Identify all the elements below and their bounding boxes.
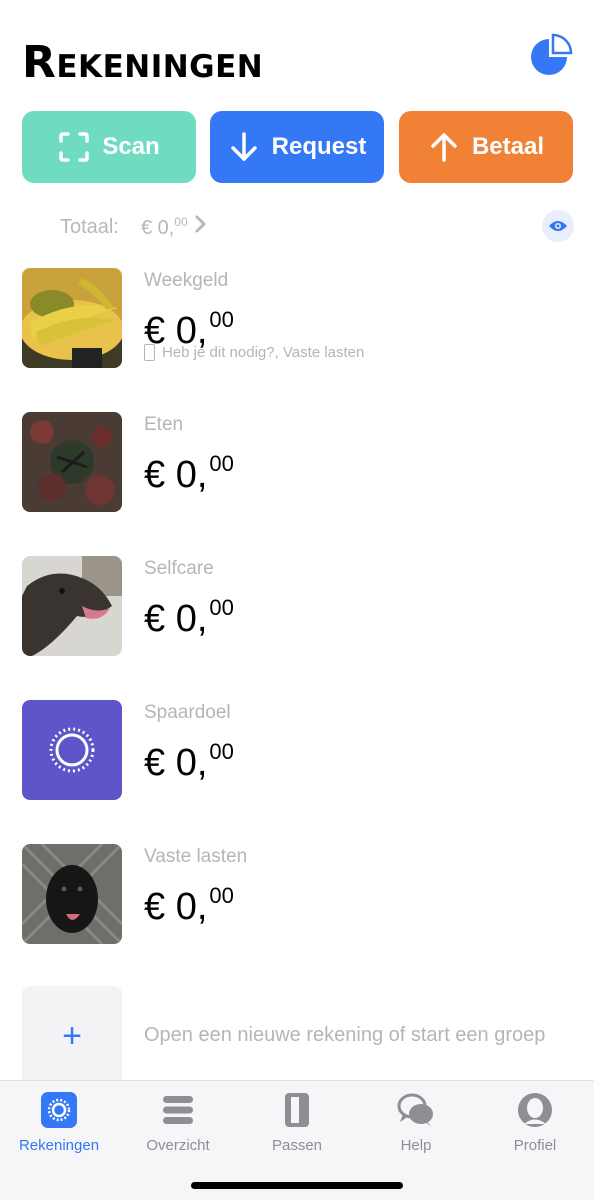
dog-photo [22, 556, 122, 656]
person-icon [516, 1091, 554, 1129]
account-name: Vaste lasten [144, 846, 248, 867]
eye-icon[interactable] [542, 210, 574, 242]
open-new-account-row[interactable]: + Open een nieuwe rekening of start een … [0, 986, 594, 1086]
account-balance: € 0,00 [144, 739, 234, 784]
account-name: Eten [144, 414, 184, 435]
accounts-icon [40, 1091, 78, 1129]
account-balance: € 0,00 [144, 451, 234, 496]
card-icon [278, 1091, 316, 1129]
card-icon [144, 344, 155, 361]
chevron-right-icon [194, 214, 208, 240]
pay-button[interactable]: Betaal [399, 111, 573, 183]
list-icon [159, 1091, 197, 1129]
scan-button[interactable]: Scan [22, 111, 196, 183]
black-dog-photo [22, 844, 122, 944]
account-subtitle: Heb je dit nodig?, Vaste lasten [144, 344, 364, 361]
chat-bubbles-icon [397, 1091, 435, 1129]
account-row[interactable]: Eten € 0,00 [0, 412, 594, 514]
account-balance: € 0,00 [144, 595, 234, 640]
food-photo [22, 412, 122, 512]
total-amount: € 0,00 [140, 214, 188, 239]
account-row[interactable]: Spaardoel € 0,00 [0, 700, 594, 802]
account-row[interactable]: Weekgeld € 0,00 Heb je dit nodig?, Vaste… [0, 268, 594, 370]
tab-rekeningen[interactable]: Rekeningen [0, 1091, 118, 1161]
tab-passen[interactable]: Passen [238, 1091, 356, 1161]
home-indicator [191, 1182, 403, 1189]
tab-profiel[interactable]: Profiel [476, 1091, 594, 1161]
pay-label: Betaal [471, 133, 545, 160]
scan-label: Scan [102, 133, 160, 160]
open-new-account-label: Open een nieuwe rekening of start een gr… [144, 1024, 546, 1046]
account-balance: € 0,00 [144, 883, 234, 928]
tab-overzicht[interactable]: Overzicht [119, 1091, 237, 1161]
account-name: Spaardoel [144, 702, 231, 723]
tab-help[interactable]: Help [357, 1091, 475, 1161]
account-row[interactable]: Vaste lasten € 0,00 [0, 844, 594, 946]
bananas-photo [22, 268, 122, 368]
page-title: Rekeningen [22, 37, 264, 88]
arrow-up-icon [428, 131, 460, 163]
total-label: Totaal: [60, 215, 119, 238]
request-button[interactable]: Request [210, 111, 384, 183]
total-summary[interactable]: Totaal: € 0,00 [60, 212, 208, 242]
account-name: Weekgeld [144, 270, 229, 291]
action-buttons: Scan Request Betaal [22, 111, 574, 183]
arrow-down-icon [228, 131, 260, 163]
request-label: Request [271, 133, 367, 160]
pie-chart-icon[interactable] [528, 32, 574, 78]
plus-icon[interactable]: + [22, 986, 122, 1086]
savings-goal-icon [22, 700, 122, 800]
account-name: Selfcare [144, 558, 214, 579]
account-row[interactable]: Selfcare € 0,00 [0, 556, 594, 658]
scan-frame-icon [58, 131, 90, 163]
